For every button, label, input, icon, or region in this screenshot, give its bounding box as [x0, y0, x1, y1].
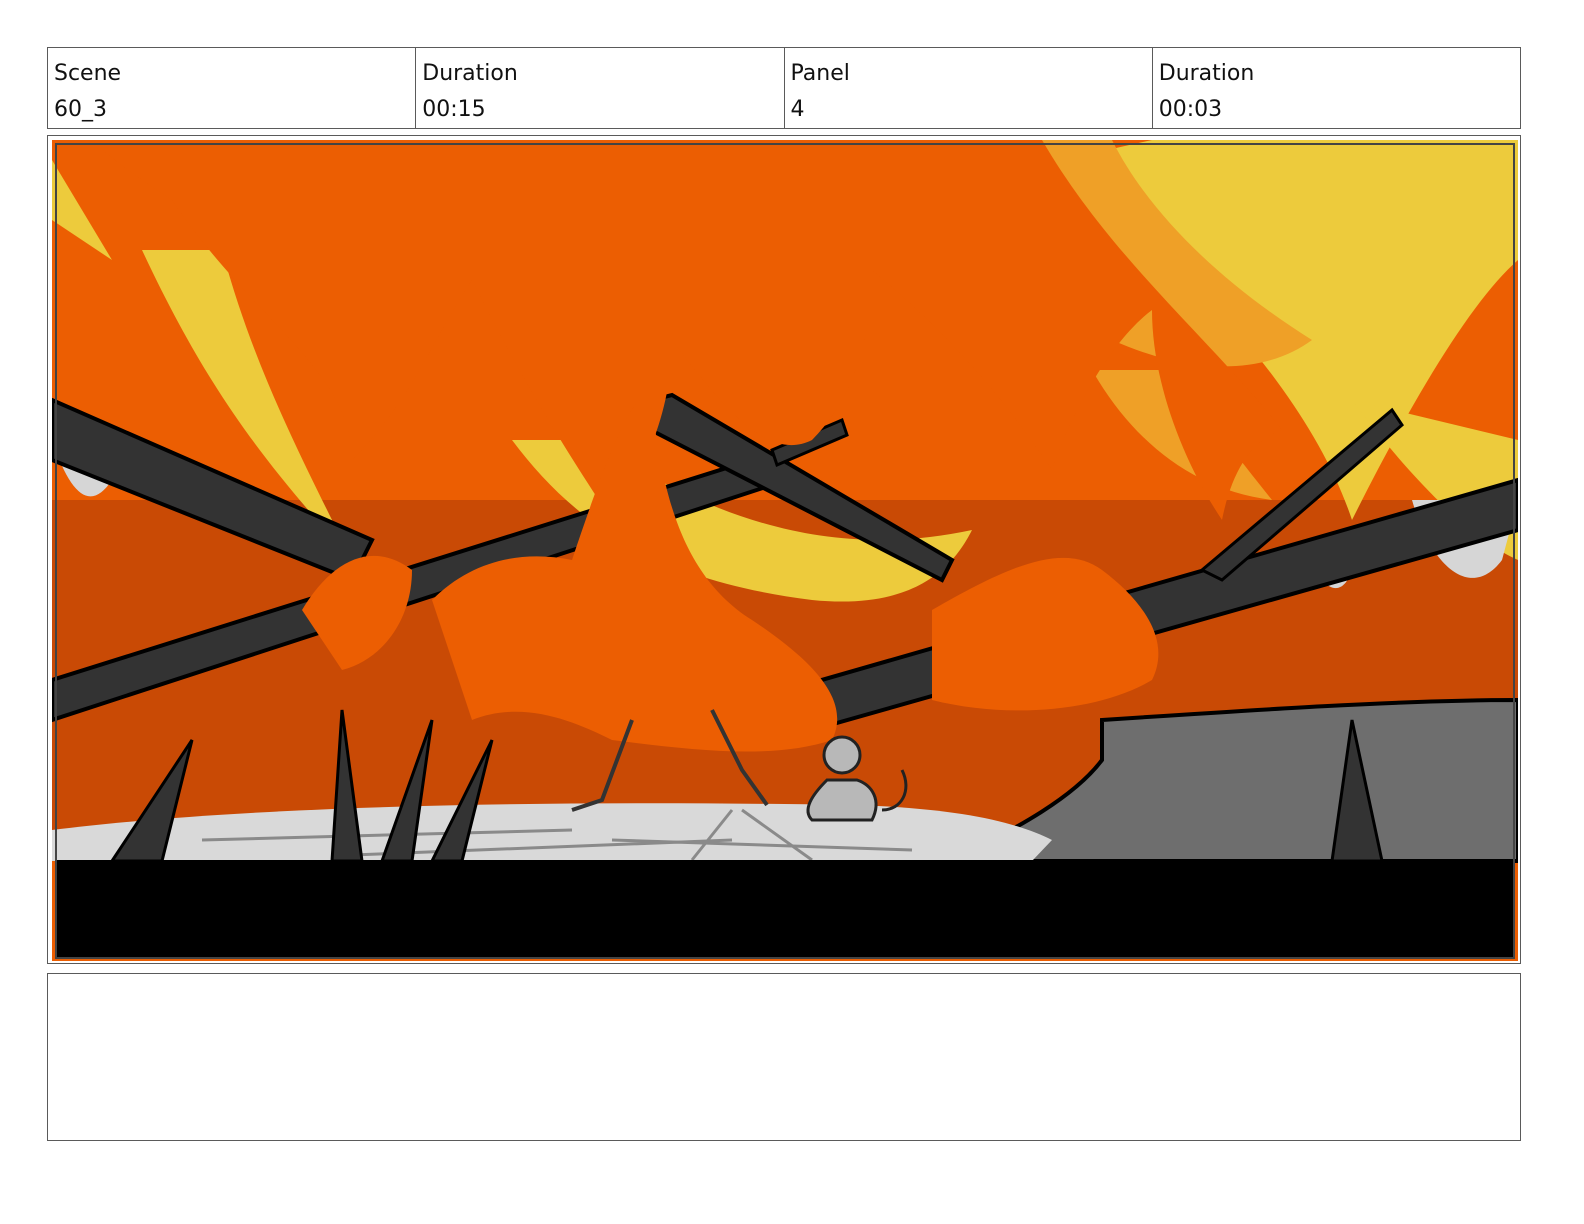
- panel-duration-cell: Duration 00:03: [1153, 48, 1520, 128]
- scene-duration-cell: Duration 00:15: [416, 48, 785, 128]
- panel-duration-value[interactable]: 00:03: [1159, 92, 1514, 128]
- panel-cell: Panel 4: [785, 48, 1153, 128]
- scene-duration-label: Duration: [422, 61, 518, 86]
- panel-label: Panel: [790, 61, 850, 86]
- letterbox-bar: [56, 860, 1514, 958]
- storyboard-header: Scene 60_3 Duration 00:15 Panel 4 Durati…: [47, 47, 1521, 129]
- scene-duration-value[interactable]: 00:15: [422, 92, 777, 128]
- scene-label: Scene: [54, 61, 122, 86]
- scene-value[interactable]: 60_3: [54, 92, 409, 128]
- scene-cell: Scene 60_3: [48, 48, 417, 128]
- storyboard-panel[interactable]: [47, 135, 1521, 964]
- panel-value[interactable]: 4: [791, 92, 1146, 128]
- notes-box[interactable]: [47, 973, 1521, 1141]
- panel-duration-label: Duration: [1158, 61, 1255, 86]
- fire-scene-illustration: [52, 140, 1518, 961]
